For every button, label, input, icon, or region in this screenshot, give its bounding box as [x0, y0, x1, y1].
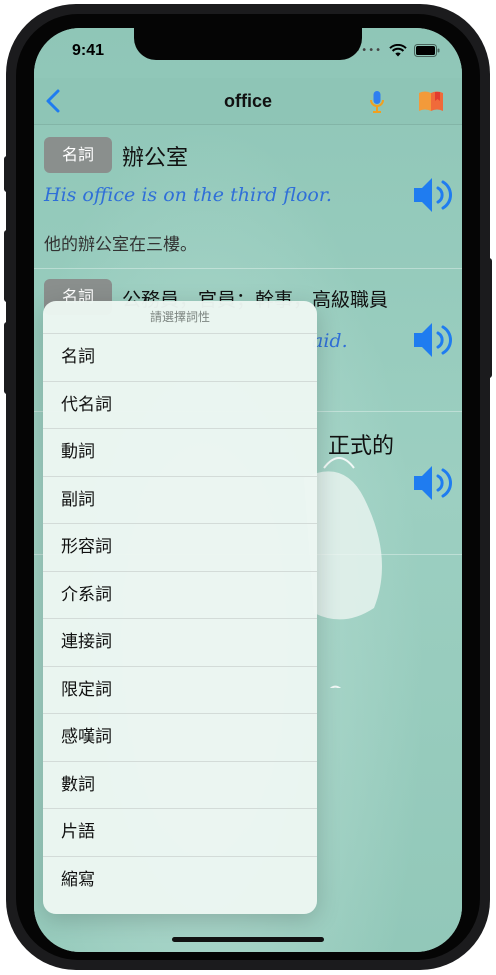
definition-text: 辦公室 — [122, 146, 189, 171]
menu-item-interjection[interactable]: 感嘆詞 — [43, 714, 317, 762]
navigation-bar: office — [34, 78, 462, 125]
menu-item-numeral[interactable]: 數詞 — [43, 762, 317, 809]
part-of-speech-menu: 請選擇詞性 名詞 代名詞 動詞 副詞 形容詞 介系詞 連接詞 限定詞 感嘆詞 數… — [43, 301, 317, 914]
menu-item-adverb[interactable]: 副詞 — [43, 477, 317, 524]
screen: 9:41 •••• office 名詞 辦公室 His office is on… — [34, 28, 462, 952]
example-sentence-en: aid. — [312, 330, 348, 352]
bookmark-book-icon[interactable] — [418, 90, 444, 112]
battery-icon — [414, 44, 440, 57]
microphone-icon[interactable] — [368, 90, 386, 114]
wifi-icon — [389, 44, 407, 57]
speaker-icon[interactable] — [412, 321, 454, 359]
status-time: 9:41 — [72, 42, 105, 59]
menu-item-preposition[interactable]: 介系詞 — [43, 572, 317, 619]
speaker-icon[interactable] — [412, 464, 454, 502]
menu-item-noun[interactable]: 名詞 — [43, 334, 317, 382]
definition-entry: 名詞 辦公室 His office is on the third floor.… — [34, 124, 462, 269]
status-icons: •••• — [354, 44, 440, 57]
part-of-speech-badge[interactable]: 名詞 — [44, 137, 112, 173]
menu-item-pronoun[interactable]: 代名詞 — [43, 382, 317, 429]
page-title: office — [223, 91, 272, 111]
example-sentence-en: His office is on the third floor. — [44, 184, 332, 206]
speaker-icon[interactable] — [412, 176, 454, 214]
menu-item-verb[interactable]: 動詞 — [43, 429, 317, 477]
menu-item-phrase[interactable]: 片語 — [43, 809, 317, 857]
menu-header: 請選擇詞性 — [43, 301, 317, 334]
menu-item-adjective[interactable]: 形容詞 — [43, 524, 317, 572]
menu-item-determiner[interactable]: 限定詞 — [43, 667, 317, 714]
notch — [134, 28, 362, 60]
example-sentence-zh: 他的辦公室在三樓。 — [44, 235, 197, 255]
home-indicator[interactable] — [172, 937, 324, 942]
menu-item-conjunction[interactable]: 連接詞 — [43, 619, 317, 667]
menu-item-abbreviation[interactable]: 縮寫 — [43, 857, 317, 905]
